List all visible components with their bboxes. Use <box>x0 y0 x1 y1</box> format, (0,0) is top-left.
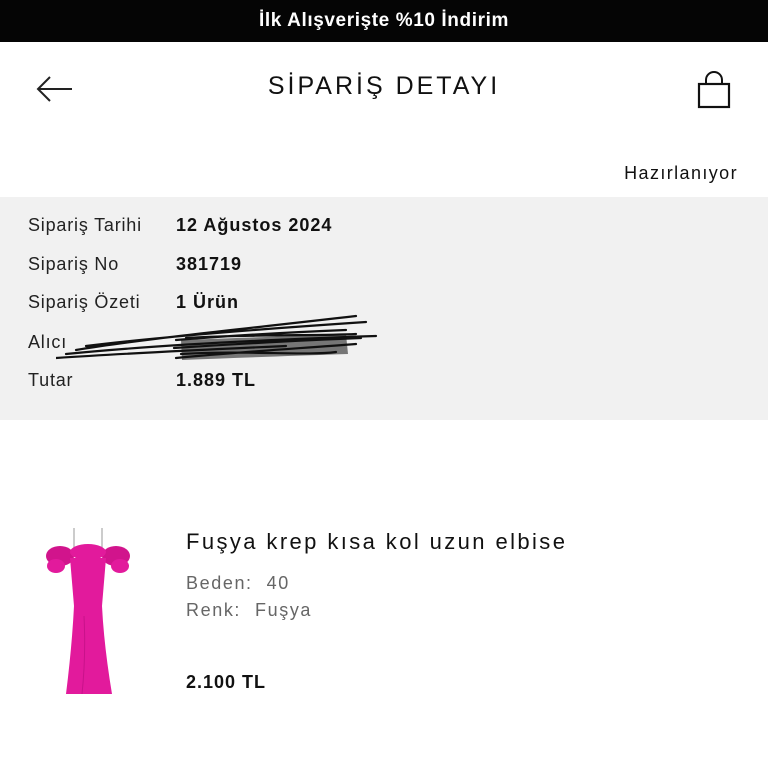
total-value: 1.889 TL <box>176 369 257 390</box>
order-date-label: Sipariş Tarihi <box>28 214 142 235</box>
order-number-label: Sipariş No <box>28 253 120 274</box>
promo-banner[interactable]: İlk Alışverişte %10 İndirim <box>0 0 768 42</box>
size-label: Beden: <box>186 573 253 593</box>
order-status: Hazırlanıyor <box>624 163 738 183</box>
order-number-value: 381719 <box>176 253 243 274</box>
promo-text: İlk Alışverişte %10 İndirim <box>259 10 509 31</box>
product-name[interactable]: Fuşya krep kısa kol uzun elbise <box>186 529 567 555</box>
total-label: Tutar <box>28 369 74 390</box>
product-size: Beden: 40 <box>186 573 290 594</box>
page-title: SİPARİŞ DETAYI <box>267 72 501 100</box>
shopping-bag-icon <box>697 71 731 109</box>
product-price: 2.100 TL <box>186 672 267 692</box>
total-row: Tutar 1.889 TL <box>28 367 256 393</box>
product-color: Renk: Fuşya <box>186 600 312 621</box>
order-number-row: Sipariş No 381719 <box>28 251 242 277</box>
order-date-value: 12 Ağustos 2024 <box>176 214 333 235</box>
color-value: Fuşya <box>255 600 313 620</box>
page-header: SİPARİŞ DETAYI <box>0 42 768 142</box>
color-label: Renk: <box>186 600 242 620</box>
redaction-scribble <box>56 314 378 360</box>
cart-button[interactable] <box>694 70 734 112</box>
order-date-row: Sipariş Tarihi 12 Ağustos 2024 <box>28 212 332 238</box>
product-image[interactable] <box>44 526 132 698</box>
dress-icon <box>46 528 130 695</box>
size-value: 40 <box>266 573 290 593</box>
